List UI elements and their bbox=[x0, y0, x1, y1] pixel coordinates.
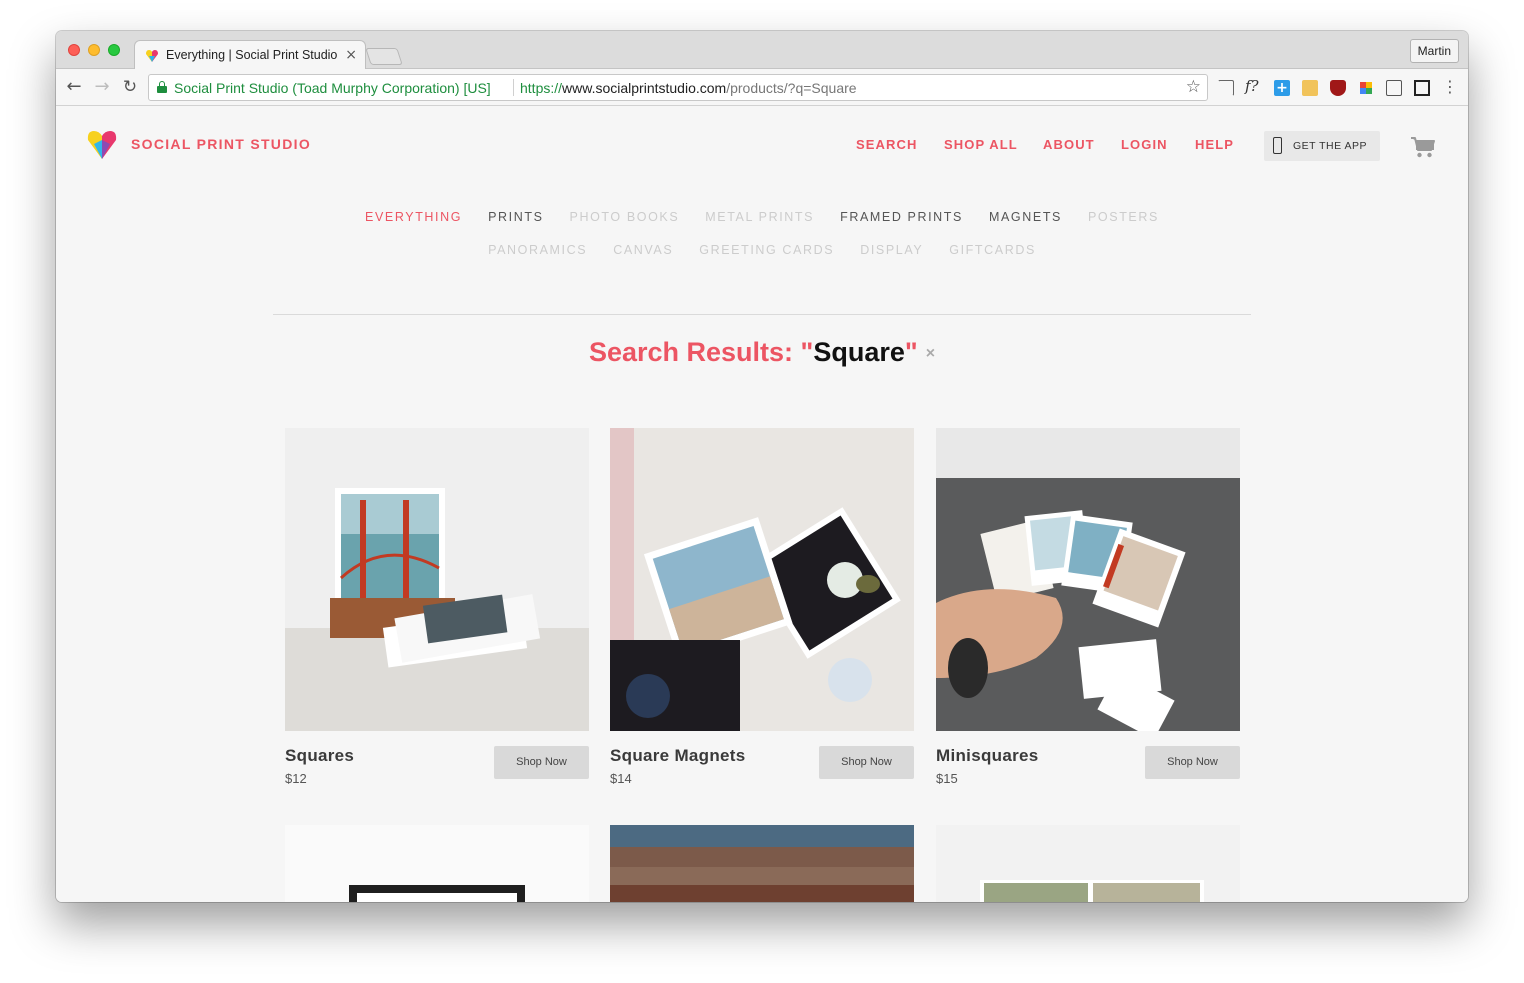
product-photo-wood[interactable] bbox=[610, 825, 914, 902]
squares-product-photo[interactable] bbox=[285, 428, 589, 731]
maximize-window-button[interactable] bbox=[108, 44, 120, 56]
category-row-1: EVERYTHING PRINTS PHOTO BOOKS METAL PRINTS F… bbox=[56, 210, 1468, 224]
social-print-studio-logo-icon[interactable] bbox=[86, 129, 118, 161]
close-window-button[interactable] bbox=[68, 44, 80, 56]
url-scheme: https:// bbox=[520, 80, 563, 96]
product-photo-cards[interactable] bbox=[936, 825, 1240, 902]
browser-toolbar: ← → ↻ Social Print Studio (Toad Murphy C… bbox=[56, 69, 1468, 131]
phone-icon bbox=[1273, 137, 1282, 154]
notes-extension-icon[interactable] bbox=[1414, 80, 1430, 96]
address-separator bbox=[513, 79, 514, 96]
reload-icon[interactable]: ↻ bbox=[120, 77, 140, 97]
category-link-metal-prints[interactable]: METAL PRINTS bbox=[705, 210, 814, 224]
get-the-app-button[interactable]: GET THE APP bbox=[1264, 131, 1380, 161]
ev-certificate-name[interactable]: Social Print Studio (Toad Murphy Corpora… bbox=[174, 80, 491, 96]
tab-title: Everything | Social Print Studio bbox=[166, 48, 338, 62]
nav-shop-all-link[interactable]: SHOP ALL bbox=[944, 137, 1018, 152]
product-name[interactable]: Square Magnets bbox=[610, 746, 746, 766]
product-price: $12 bbox=[285, 771, 307, 786]
nav-help-link[interactable]: HELP bbox=[1195, 137, 1234, 152]
url-path: /products/?q=Square bbox=[726, 80, 857, 96]
web-page: SOCIAL PRINT STUDIO SEARCH SHOP ALL ABOU… bbox=[56, 107, 1468, 902]
cast-icon[interactable] bbox=[1218, 80, 1234, 96]
product-price: $15 bbox=[936, 771, 958, 786]
product-name[interactable]: Squares bbox=[285, 746, 354, 766]
tab-close-icon[interactable]: × bbox=[345, 47, 357, 63]
get-the-app-label: GET THE APP bbox=[1293, 140, 1367, 152]
results-query: Square bbox=[813, 337, 905, 367]
category-link-everything[interactable]: EVERYTHING bbox=[365, 210, 462, 224]
mail-icon[interactable] bbox=[1386, 80, 1402, 96]
browser-menu-icon[interactable]: ⋮ bbox=[1442, 77, 1458, 96]
add-extension-icon[interactable]: + bbox=[1274, 80, 1290, 96]
category-link-greeting-cards[interactable]: GREETING CARDS bbox=[699, 243, 834, 257]
category-link-prints[interactable]: PRINTS bbox=[488, 210, 543, 224]
secure-lock-icon bbox=[157, 81, 167, 93]
category-link-panoramics[interactable]: PANORAMICS bbox=[488, 243, 587, 257]
category-link-magnets[interactable]: MAGNETS bbox=[989, 210, 1062, 224]
category-link-giftcards[interactable]: GIFTCARDS bbox=[949, 243, 1036, 257]
shop-now-button[interactable]: Shop Now bbox=[1145, 746, 1240, 779]
category-row-2: PANORAMICS CANVAS GREETING CARDS DISPLAY GIF… bbox=[56, 243, 1468, 257]
new-tab-button[interactable] bbox=[365, 48, 403, 65]
url-text[interactable]: https://www.socialprintstudio.com/produc… bbox=[520, 80, 857, 96]
product-price: $14 bbox=[610, 771, 632, 786]
url-host: www.socialprintstudio.com bbox=[562, 80, 727, 96]
clear-search-icon[interactable]: × bbox=[926, 345, 935, 363]
square-magnets-product-photo[interactable] bbox=[610, 428, 914, 731]
results-prefix: Search Results: bbox=[588, 337, 801, 367]
category-link-photo-books[interactable]: PHOTO BOOKS bbox=[570, 210, 680, 224]
category-link-canvas[interactable]: CANVAS bbox=[613, 243, 673, 257]
product-photo-framed[interactable] bbox=[285, 825, 589, 902]
results-open-quote: " bbox=[800, 337, 814, 367]
nav-login-link[interactable]: LOGIN bbox=[1121, 137, 1168, 152]
category-link-posters[interactable]: POSTERS bbox=[1088, 210, 1159, 224]
divider bbox=[273, 314, 1251, 315]
back-arrow-icon[interactable]: ← bbox=[64, 77, 84, 97]
brand-name[interactable]: SOCIAL PRINT STUDIO bbox=[131, 136, 311, 152]
results-close-quote: " bbox=[904, 337, 918, 367]
nav-search-link[interactable]: SEARCH bbox=[856, 137, 918, 152]
shop-now-button[interactable]: Shop Now bbox=[819, 746, 914, 779]
shop-now-button[interactable]: Shop Now bbox=[494, 746, 589, 779]
product-name[interactable]: Minisquares bbox=[936, 746, 1039, 766]
profile-button[interactable]: Martin bbox=[1409, 39, 1459, 63]
color-pinwheel-icon[interactable] bbox=[1358, 80, 1374, 96]
browser-tab[interactable]: Everything | Social Print Studio × bbox=[134, 40, 366, 70]
nav-about-link[interactable]: ABOUT bbox=[1043, 137, 1095, 152]
browser-window: Everything | Social Print Studio × Marti… bbox=[56, 31, 1468, 902]
minisquares-product-photo[interactable] bbox=[936, 428, 1240, 731]
face-extension-icon[interactable] bbox=[1302, 80, 1318, 96]
address-bar[interactable]: Social Print Studio (Toad Murphy Corpora… bbox=[148, 74, 1208, 101]
forward-arrow-icon[interactable]: → bbox=[92, 77, 112, 97]
search-results-title: Search Results: "Square" × bbox=[56, 337, 1468, 368]
font-finder-icon[interactable]: f? bbox=[1245, 77, 1259, 95]
shopping-cart-icon[interactable] bbox=[1410, 135, 1436, 159]
site-favicon-icon bbox=[146, 50, 158, 62]
bookmark-star-icon[interactable]: ☆ bbox=[1186, 77, 1201, 97]
shield-extension-icon[interactable] bbox=[1330, 80, 1346, 96]
category-link-framed-prints[interactable]: FRAMED PRINTS bbox=[840, 210, 963, 224]
category-link-display[interactable]: DISPLAY bbox=[860, 243, 923, 257]
tab-bar: Everything | Social Print Studio × Marti… bbox=[56, 31, 1468, 70]
minimize-window-button[interactable] bbox=[88, 44, 100, 56]
